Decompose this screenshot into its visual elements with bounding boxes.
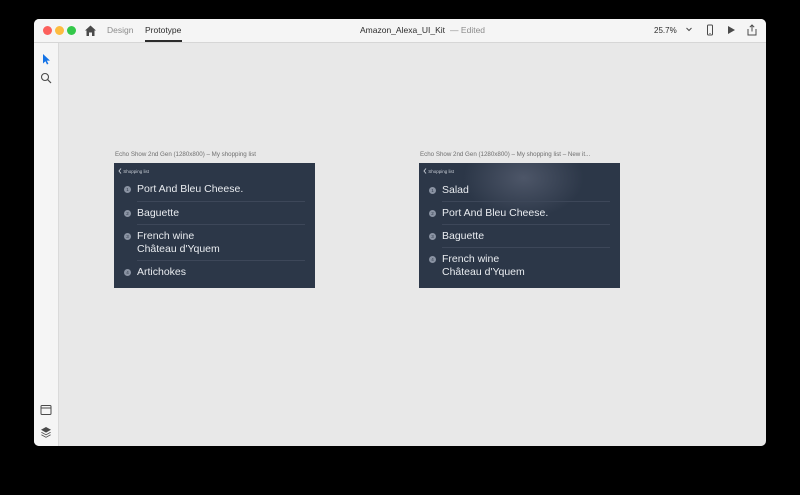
- device-preview-icon[interactable]: [704, 24, 716, 36]
- item-text: Baguette: [442, 230, 485, 242]
- artboard-shopping-list[interactable]: Shopping list 1 Port And Bleu Cheese. 2 …: [114, 163, 315, 288]
- back-label: Shopping list: [123, 169, 150, 174]
- layers-icon[interactable]: [40, 426, 52, 438]
- item-text: Salad: [442, 184, 469, 196]
- assets-icon[interactable]: [40, 404, 52, 416]
- back-nav[interactable]: Shopping list: [423, 168, 454, 176]
- tab-design[interactable]: Design: [107, 25, 133, 35]
- divider: [442, 224, 610, 225]
- divider: [442, 201, 610, 202]
- item-subtext: Château d'Yquem: [137, 243, 220, 255]
- divider: [137, 224, 305, 225]
- item-text: French wine: [137, 230, 195, 242]
- back-nav[interactable]: Shopping list: [118, 168, 149, 176]
- item-number: 4: [124, 269, 131, 276]
- back-label: Shopping list: [428, 169, 455, 174]
- home-icon[interactable]: [84, 24, 97, 37]
- tool-bar: [34, 43, 59, 446]
- item-text: Port And Bleu Cheese.: [442, 207, 549, 219]
- item-number: 4: [429, 256, 436, 263]
- divider: [137, 260, 305, 261]
- item-text: Baguette: [137, 207, 180, 219]
- item-text: French wine: [442, 253, 500, 265]
- close-window-button[interactable]: [43, 26, 52, 35]
- chevron-down-icon[interactable]: [685, 25, 693, 33]
- title-separator: —: [450, 25, 459, 35]
- zoom-level[interactable]: 25.7%: [654, 26, 677, 35]
- artboard-label[interactable]: Echo Show 2nd Gen (1280x800) – My shoppi…: [420, 151, 590, 158]
- item-number: 1: [124, 186, 131, 193]
- title-bar: Design Prototype Amazon_Alexa_UI_Kit — Ed…: [34, 19, 766, 43]
- item-text: Port And Bleu Cheese.: [137, 183, 244, 195]
- minimize-window-button[interactable]: [55, 26, 64, 35]
- select-icon[interactable]: [40, 53, 52, 65]
- item-number: 3: [124, 233, 131, 240]
- tab-prototype[interactable]: Prototype: [145, 25, 181, 35]
- edited-status: Edited: [460, 25, 486, 35]
- item-number: 3: [429, 233, 436, 240]
- item-text: Artichokes: [137, 266, 187, 278]
- document-name: Amazon_Alexa_UI_Kit: [360, 25, 446, 35]
- divider: [442, 247, 610, 248]
- divider: [137, 201, 305, 202]
- chevron-left-icon: [423, 168, 427, 174]
- item-number: 2: [429, 210, 436, 217]
- artboard-label[interactable]: Echo Show 2nd Gen (1280x800) – My shoppi…: [115, 151, 256, 158]
- item-number: 1: [429, 187, 436, 194]
- active-tab-indicator: [145, 40, 182, 42]
- item-subtext: Château d'Yquem: [442, 266, 525, 278]
- share-icon[interactable]: [746, 24, 758, 36]
- chevron-left-icon: [118, 168, 122, 174]
- maximize-window-button[interactable]: [67, 26, 76, 35]
- document-title: Amazon_Alexa_UI_Kit — Edited: [360, 25, 485, 35]
- artboard-shopping-list-new-item[interactable]: Shopping list 1 Salad 2 Port And Bleu Ch…: [419, 163, 620, 288]
- play-icon[interactable]: [725, 24, 737, 36]
- item-number: 2: [124, 210, 131, 217]
- zoom-icon[interactable]: [40, 72, 52, 84]
